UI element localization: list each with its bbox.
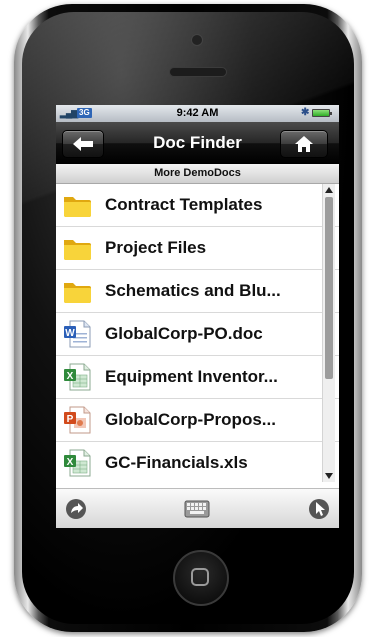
list-item-label: Project Files (105, 238, 207, 257)
folder-icon (64, 240, 91, 260)
svg-text:W: W (65, 328, 75, 339)
bluetooth-icon: ✱ (301, 107, 310, 118)
battery-icon (312, 109, 332, 117)
svg-text:P: P (67, 414, 74, 425)
camera-icon (191, 34, 203, 46)
list-item-globalcorp-po[interactable]: W GlobalCorp-PO.doc (56, 313, 339, 356)
list-item-label: Schematics and Blu... (105, 281, 281, 300)
svg-text:X: X (67, 371, 74, 382)
list-item-equipment-inventory[interactable]: X Equipment Inventor... (56, 356, 339, 399)
list-item-label: Contract Templates (105, 195, 263, 214)
folder-icon (64, 283, 91, 303)
list-scrollbar[interactable] (322, 184, 335, 482)
list-item-globalcorp-proposal[interactable]: P GlobalCorp-Propos... (56, 399, 339, 442)
keyboard-icon[interactable] (184, 498, 210, 520)
excel-doc-icon: X (64, 449, 91, 477)
document-list: Contract Templates Project Files Schemat… (56, 184, 339, 478)
home-square-icon (191, 568, 209, 586)
list-item-label: GlobalCorp-PO.doc (105, 324, 263, 343)
speaker-grille (169, 67, 227, 77)
pointer-cursor-button-icon[interactable] (308, 498, 330, 520)
home-button[interactable] (280, 130, 328, 158)
status-time: 9:42 AM (176, 107, 219, 119)
folder-icon (64, 197, 91, 217)
scroll-up-arrow-icon[interactable] (325, 187, 333, 193)
list-item-label: GC-Financials.xls (105, 453, 248, 472)
section-header: More DemoDocs (56, 164, 339, 184)
powerpoint-doc-icon: P (64, 406, 91, 434)
word-doc-icon: W (64, 320, 91, 348)
list-item-schematics[interactable]: Schematics and Blu... (56, 270, 339, 313)
scroll-thumb[interactable] (325, 197, 333, 379)
list-item-project-files[interactable]: Project Files (56, 227, 339, 270)
svg-text:X: X (67, 457, 74, 468)
app-screen: ▂▄▆ 3G 9:42 AM ✱ Doc Finder More DemoDoc… (56, 105, 339, 528)
bottom-toolbar (56, 488, 339, 528)
forward-arrow-button-icon[interactable] (65, 498, 87, 520)
navigation-bar: Doc Finder (56, 122, 339, 164)
list-item-label: Equipment Inventor... (105, 367, 278, 386)
excel-doc-icon: X (64, 363, 91, 391)
home-hardware-button[interactable] (173, 550, 229, 606)
list-item-label: GlobalCorp-Propos... (105, 410, 276, 429)
scroll-down-arrow-icon[interactable] (325, 473, 333, 479)
list-item-gc-financials[interactable]: X GC-Financials.xls (56, 442, 339, 478)
status-bar: ▂▄▆ 3G 9:42 AM ✱ (56, 105, 339, 122)
list-item-contract-templates[interactable]: Contract Templates (56, 184, 339, 227)
house-icon (295, 136, 313, 152)
